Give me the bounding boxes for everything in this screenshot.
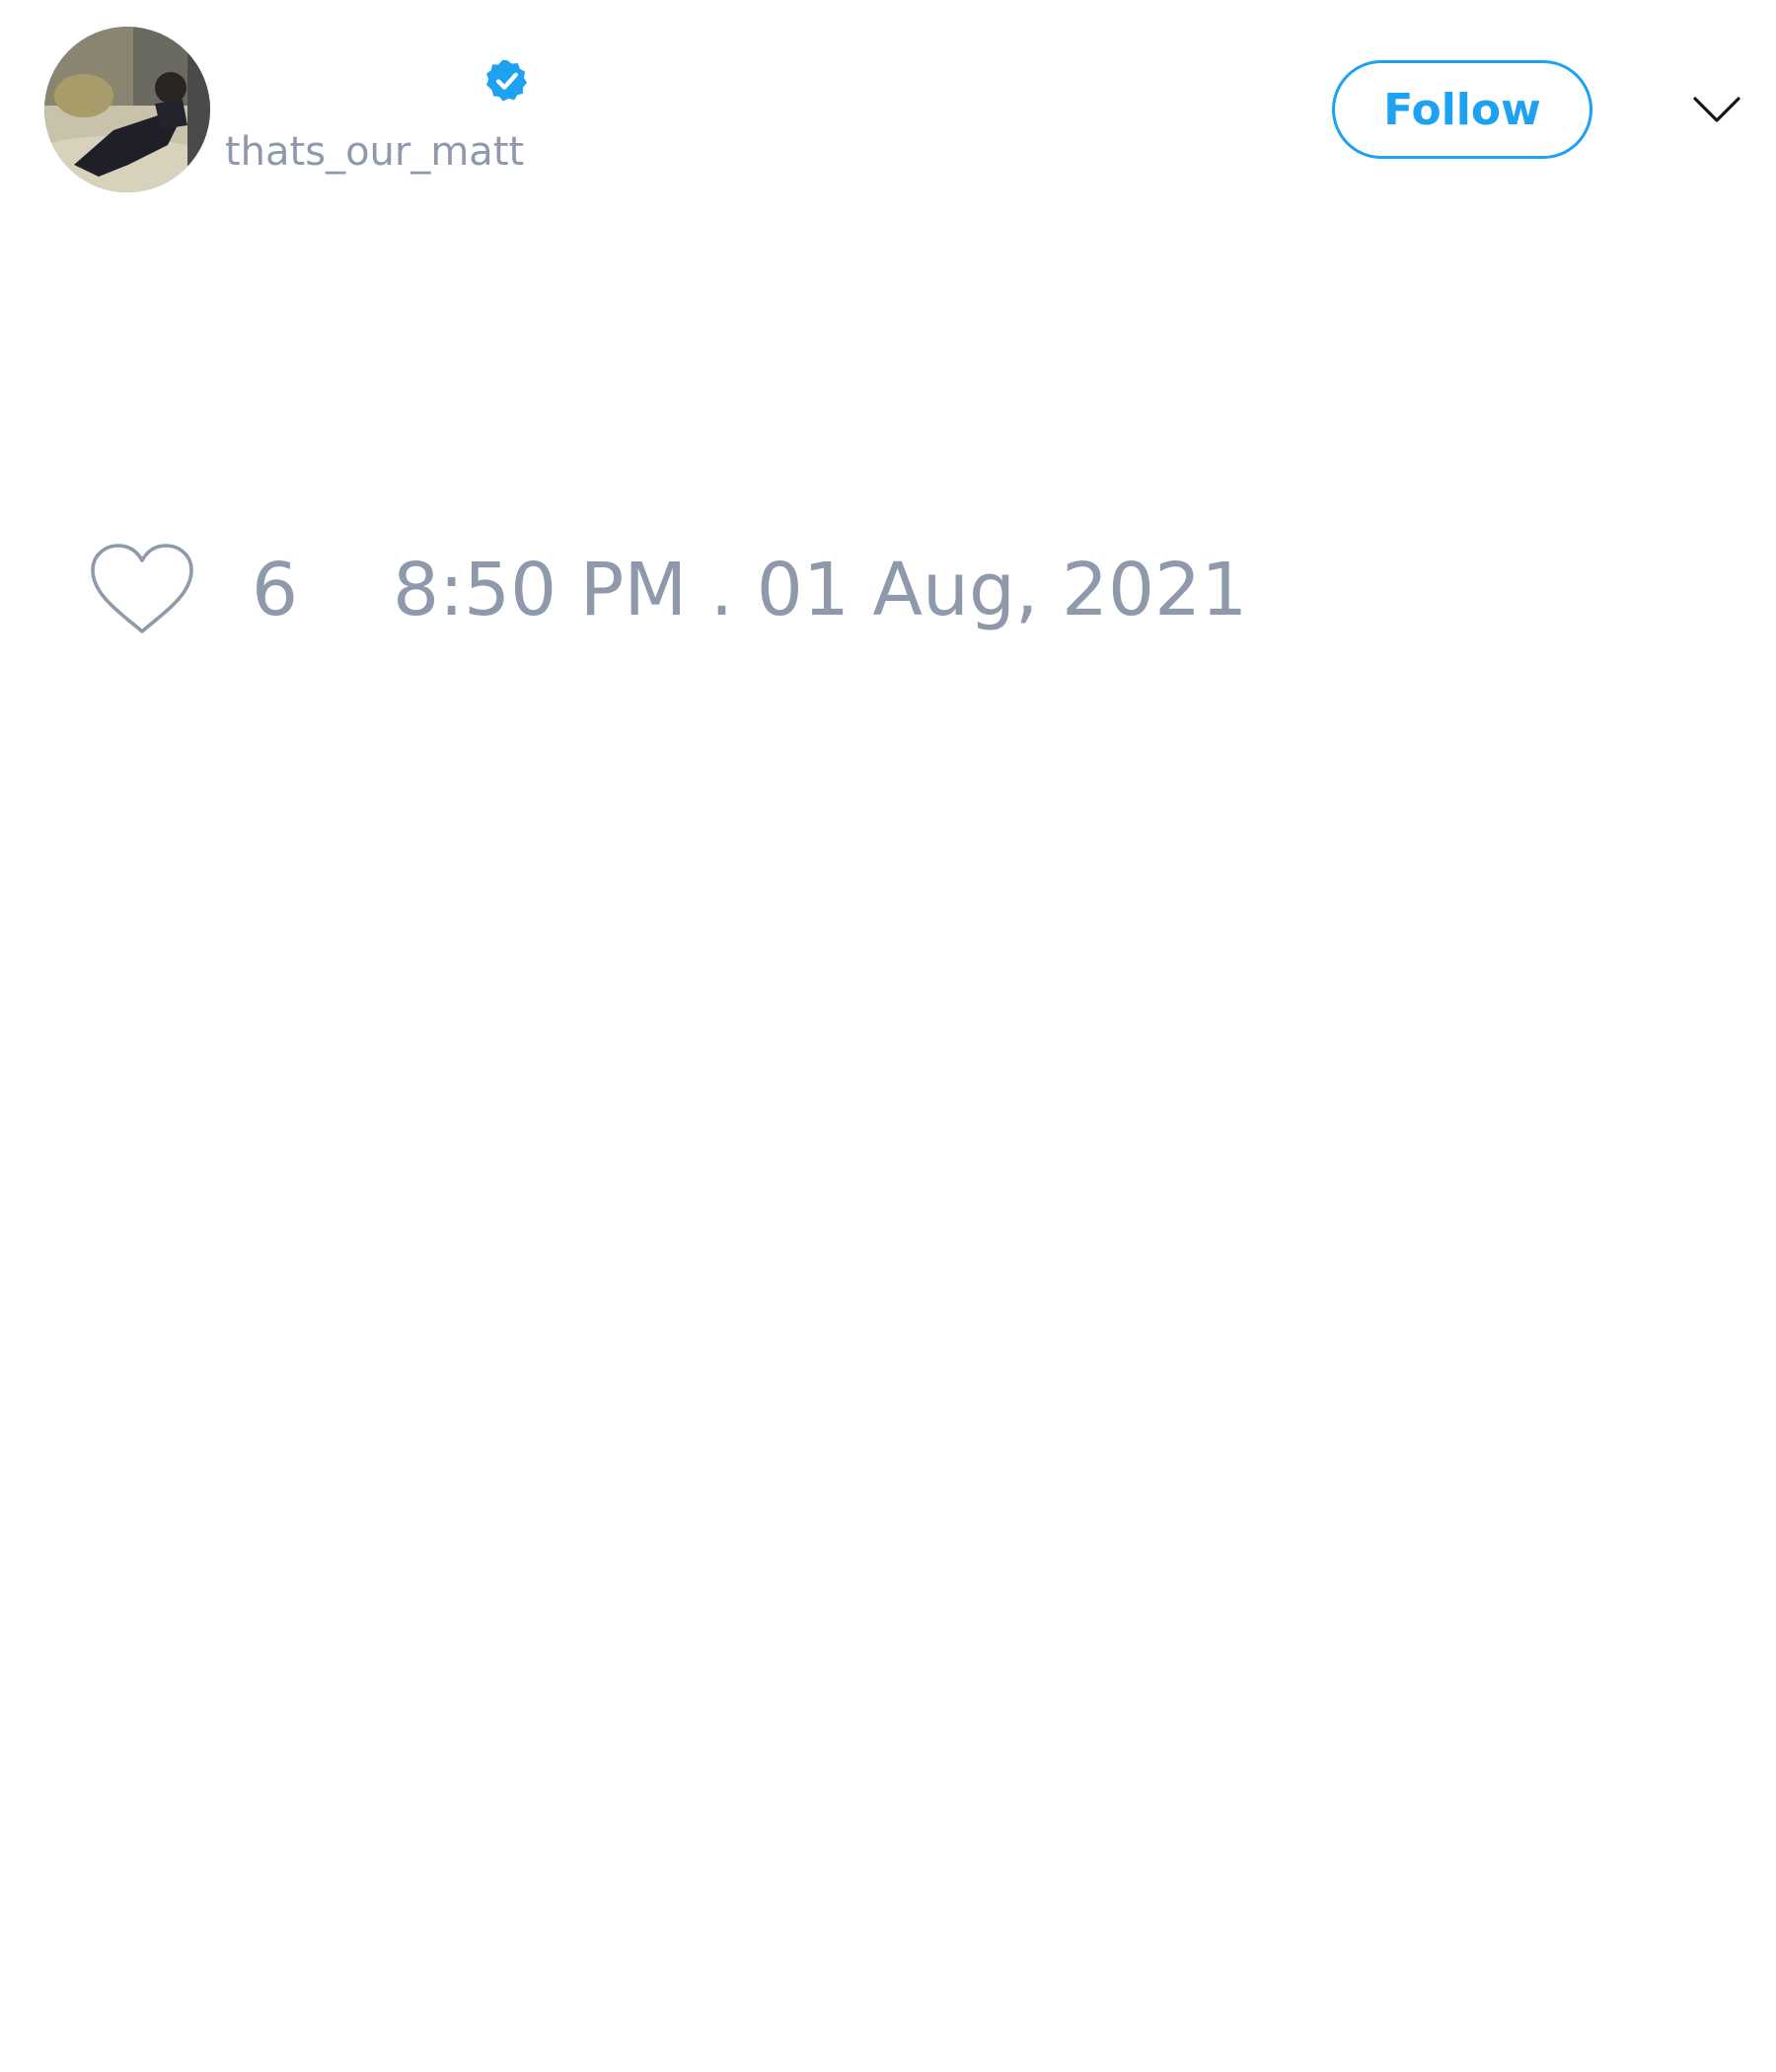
follow-button[interactable]: Follow [1332, 60, 1592, 159]
like-count: 6 [252, 548, 299, 632]
verified-badge-icon [483, 57, 531, 105]
tweet-timestamp[interactable]: 8:50 PM . 01 Aug, 2021 [393, 547, 1247, 633]
avatar-photo [44, 27, 210, 192]
avatar[interactable] [44, 27, 210, 192]
author-handle[interactable]: thats_our_matt [225, 126, 524, 178]
chevron-down-icon[interactable] [1692, 95, 1741, 124]
display-name[interactable] [225, 51, 481, 111]
heart-icon[interactable] [89, 543, 195, 637]
